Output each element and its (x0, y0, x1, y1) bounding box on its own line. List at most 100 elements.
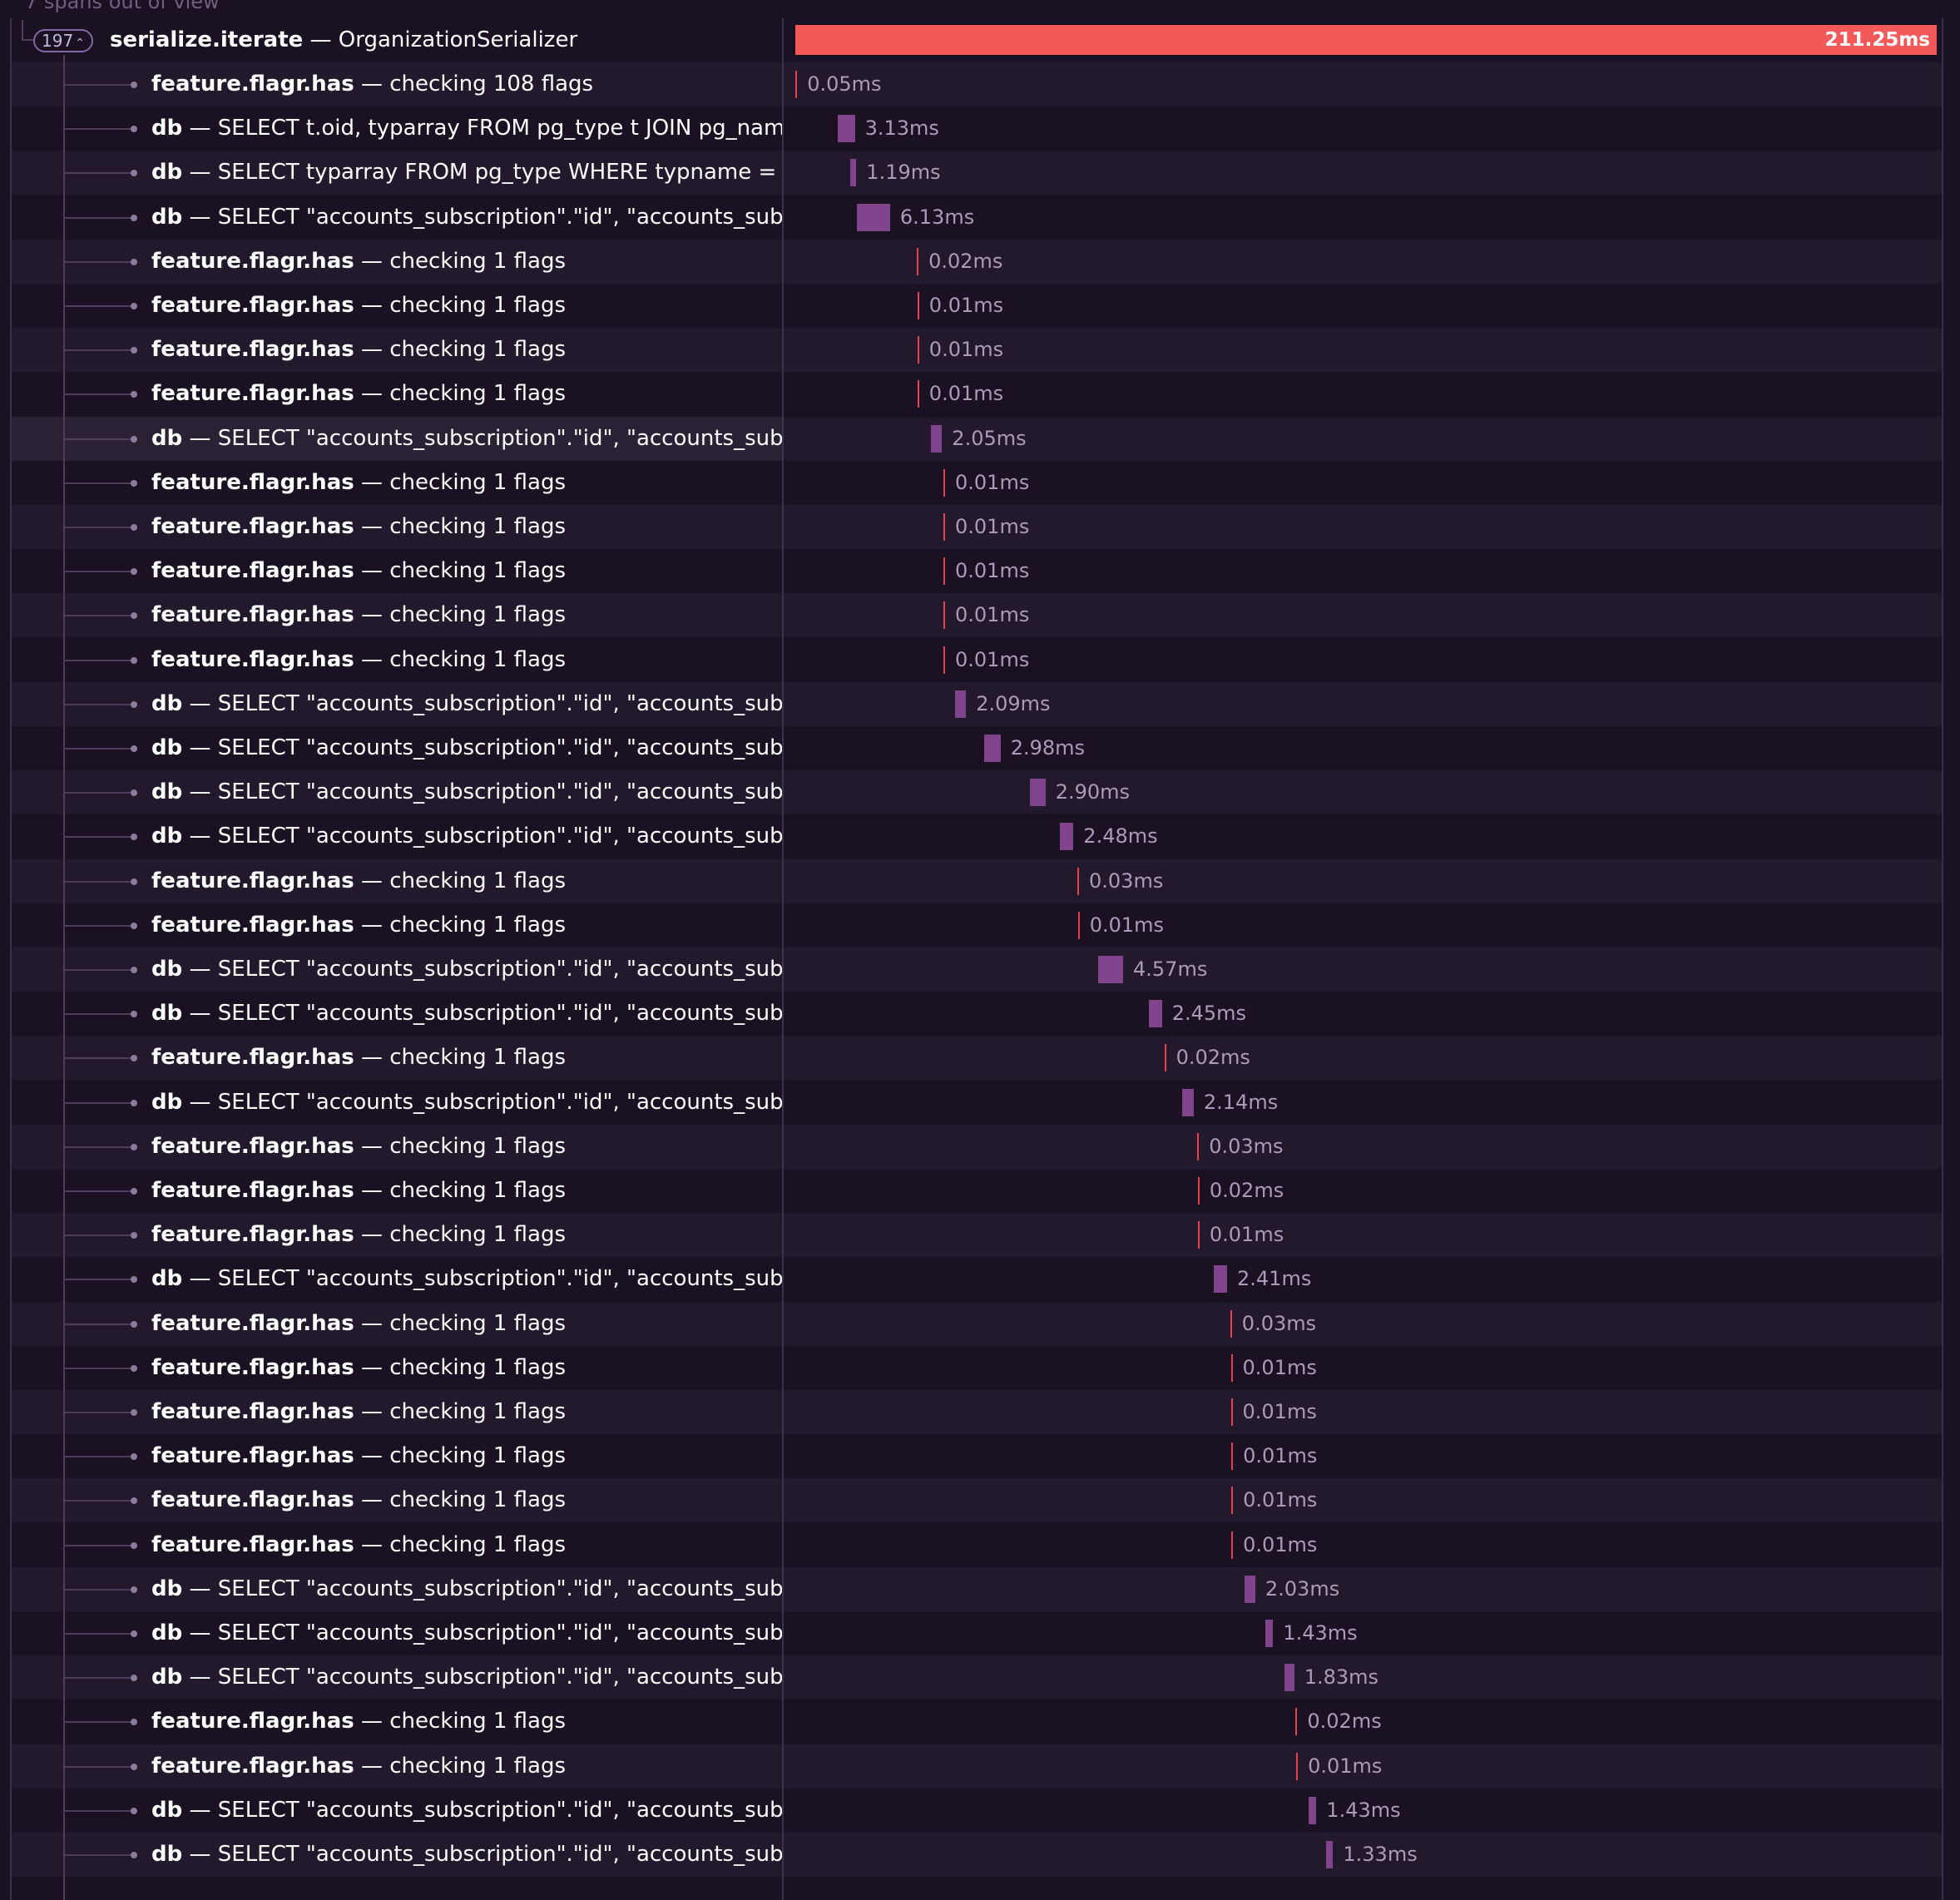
span-tree-cell[interactable]: feature.flagr.has — checking 1 flags (12, 1036, 782, 1080)
span-row[interactable]: feature.flagr.has — checking 1 flags 0.01… (12, 1478, 1942, 1522)
span-tree-cell[interactable]: feature.flagr.has — checking 1 flags (12, 372, 782, 416)
span-row[interactable]: db — SELECT "accounts_subscription"."id"… (12, 770, 1942, 814)
span-bar[interactable] (1244, 1576, 1255, 1603)
span-timeline-cell[interactable]: 0.03ms (784, 1302, 1942, 1346)
span-timeline-cell[interactable]: 2.09ms (784, 682, 1942, 726)
span-timeline-cell[interactable]: 0.01ms (784, 1523, 1942, 1567)
span-row[interactable]: feature.flagr.has — checking 1 flags 0.02… (12, 240, 1942, 284)
span-bar[interactable] (1309, 1797, 1317, 1824)
span-bar[interactable] (931, 425, 943, 453)
span-row[interactable]: db — SELECT "accounts_subscription"."id"… (12, 948, 1942, 992)
span-tree-cell[interactable]: db — SELECT "accounts_subscription"."id"… (12, 1257, 782, 1301)
span-timeline-cell[interactable]: 0.01ms (784, 284, 1942, 328)
span-timeline-cell[interactable]: 2.14ms (784, 1081, 1942, 1125)
span-timeline-cell[interactable]: 1.19ms (784, 151, 1942, 195)
span-timeline-cell[interactable]: 0.01ms (784, 549, 1942, 593)
span-tree-cell[interactable]: feature.flagr.has — checking 1 flags (12, 638, 782, 682)
span-timeline-cell[interactable]: 1.43ms (784, 1789, 1942, 1833)
span-bar[interactable] (1325, 1841, 1334, 1868)
span-row[interactable]: db — SELECT "accounts_subscription"."id"… (12, 1257, 1942, 1301)
span-tree-cell[interactable]: feature.flagr.has — checking 1 flags (12, 1744, 782, 1789)
span-row[interactable]: feature.flagr.has — checking 1 flags 0.03… (12, 1302, 1942, 1346)
span-timeline-cell[interactable]: 6.13ms (784, 195, 1942, 240)
span-row[interactable]: feature.flagr.has — checking 108 flags 0.… (12, 62, 1942, 106)
span-row[interactable]: feature.flagr.has — checking 1 flags 0.01… (12, 593, 1942, 637)
span-bar[interactable] (1265, 1620, 1274, 1647)
root-span-timeline-cell[interactable]: 211.25ms (784, 18, 1942, 62)
span-bar[interactable] (838, 115, 855, 142)
span-timeline-cell[interactable]: 0.01ms (784, 1390, 1942, 1434)
span-timeline-cell[interactable]: 0.02ms (784, 1700, 1942, 1744)
span-tree-cell[interactable]: feature.flagr.has — checking 1 flags (12, 903, 782, 948)
span-row[interactable]: feature.flagr.has — checking 1 flags 0.03… (12, 859, 1942, 903)
span-tree-cell[interactable]: feature.flagr.has — checking 1 flags (12, 1523, 782, 1567)
span-bar[interactable] (943, 513, 945, 541)
root-span-row[interactable]: 197 ⌃ serialize.iterate — OrganizationSer… (12, 18, 1942, 62)
span-row[interactable]: feature.flagr.has — checking 1 flags 0.02… (12, 1700, 1942, 1744)
span-bar[interactable] (1214, 1265, 1227, 1293)
span-row[interactable]: db — SELECT "accounts_subscription"."id"… (12, 726, 1942, 770)
span-row[interactable]: feature.flagr.has — checking 1 flags 0.01… (12, 1346, 1942, 1390)
span-tree-cell[interactable]: feature.flagr.has — checking 1 flags (12, 1390, 782, 1434)
span-timeline-cell[interactable]: 0.01ms (784, 1478, 1942, 1522)
span-tree-cell[interactable]: db — SELECT "accounts_subscription"."id"… (12, 1081, 782, 1125)
span-bar[interactable] (1077, 868, 1079, 895)
span-row[interactable]: feature.flagr.has — checking 1 flags 0.03… (12, 1125, 1942, 1169)
span-tree-cell[interactable]: feature.flagr.has — checking 1 flags (12, 859, 782, 903)
span-row[interactable]: feature.flagr.has — checking 1 flags 0.01… (12, 328, 1942, 372)
span-bar[interactable] (1077, 912, 1080, 939)
span-tree-cell[interactable]: db — SELECT "accounts_subscription"."id"… (12, 417, 782, 461)
span-timeline-cell[interactable]: 0.03ms (784, 1125, 1942, 1169)
span-bar[interactable] (943, 601, 945, 629)
span-tree-cell[interactable]: feature.flagr.has — checking 1 flags (12, 1169, 782, 1213)
span-bar[interactable] (1230, 1354, 1233, 1382)
span-tree-cell[interactable]: feature.flagr.has — checking 1 flags (12, 1213, 782, 1257)
span-row[interactable]: db — SELECT "accounts_subscription"."id"… (12, 682, 1942, 726)
span-row[interactable]: db — SELECT "accounts_subscription"."id"… (12, 1567, 1942, 1611)
span-tree-cell[interactable]: db — SELECT "accounts_subscription"."id"… (12, 1833, 782, 1877)
span-tree-cell[interactable]: feature.flagr.has — checking 1 flags (12, 593, 782, 637)
span-bar[interactable] (917, 380, 919, 408)
span-timeline-cell[interactable]: 2.48ms (784, 814, 1942, 858)
span-bar[interactable] (857, 204, 890, 231)
span-timeline-cell[interactable]: 2.41ms (784, 1257, 1942, 1301)
span-bar[interactable] (1197, 1177, 1200, 1205)
span-timeline-cell[interactable]: 1.33ms (784, 1833, 1942, 1877)
span-tree-cell[interactable]: feature.flagr.has — checking 1 flags (12, 505, 782, 549)
span-bar[interactable] (1231, 1487, 1234, 1514)
root-span-bar[interactable] (795, 25, 1937, 55)
span-row[interactable]: feature.flagr.has — checking 1 flags 0.01… (12, 1744, 1942, 1789)
span-bar[interactable] (1296, 1753, 1299, 1780)
span-row[interactable]: feature.flagr.has — checking 1 flags 0.01… (12, 638, 1942, 682)
span-bar[interactable] (1230, 1310, 1232, 1338)
span-timeline-cell[interactable]: 0.01ms (784, 1434, 1942, 1478)
span-bar[interactable] (1295, 1708, 1298, 1735)
span-tree-cell[interactable]: feature.flagr.has — checking 1 flags (12, 284, 782, 328)
span-row[interactable]: feature.flagr.has — checking 1 flags 0.01… (12, 1390, 1942, 1434)
span-row[interactable]: feature.flagr.has — checking 1 flags 0.02… (12, 1036, 1942, 1080)
span-timeline-cell[interactable]: 1.43ms (784, 1611, 1942, 1655)
span-row[interactable]: feature.flagr.has — checking 1 flags 0.01… (12, 1434, 1942, 1478)
span-timeline-cell[interactable]: 0.01ms (784, 328, 1942, 372)
span-bar[interactable] (849, 159, 857, 186)
span-timeline-cell[interactable]: 0.05ms (784, 62, 1942, 106)
span-tree-cell[interactable]: db — SELECT "accounts_subscription"."id"… (12, 1567, 782, 1611)
span-tree-cell[interactable]: feature.flagr.has — checking 1 flags (12, 1478, 782, 1522)
span-row[interactable]: feature.flagr.has — checking 1 flags 0.01… (12, 1213, 1942, 1257)
span-timeline-cell[interactable]: 0.02ms (784, 1169, 1942, 1213)
span-timeline-cell[interactable]: 0.02ms (784, 240, 1942, 284)
span-tree-cell[interactable]: feature.flagr.has — checking 1 flags (12, 1434, 782, 1478)
span-row[interactable]: feature.flagr.has — checking 1 flags 0.01… (12, 549, 1942, 593)
span-bar[interactable] (1098, 956, 1124, 983)
span-row[interactable]: db — SELECT "accounts_subscription"."id"… (12, 814, 1942, 858)
span-timeline-cell[interactable]: 0.03ms (784, 859, 1942, 903)
span-row[interactable]: feature.flagr.has — checking 1 flags 0.01… (12, 461, 1942, 505)
span-row[interactable]: db — SELECT "accounts_subscription"."id"… (12, 1655, 1942, 1700)
span-timeline-cell[interactable]: 0.01ms (784, 1346, 1942, 1390)
span-timeline-cell[interactable]: 2.90ms (784, 770, 1942, 814)
span-tree-cell[interactable]: feature.flagr.has — checking 1 flags (12, 1302, 782, 1346)
span-tree-cell[interactable]: feature.flagr.has — checking 1 flags (12, 461, 782, 505)
span-bar[interactable] (1148, 1000, 1162, 1027)
spans-out-of-view-notice[interactable]: 7 spans out of view (25, 0, 220, 13)
span-tree-cell[interactable]: feature.flagr.has — checking 1 flags (12, 240, 782, 284)
